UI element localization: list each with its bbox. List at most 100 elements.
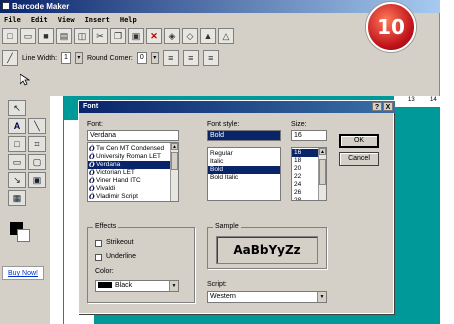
font-input[interactable]: Verdana	[87, 130, 179, 141]
scroll-up-icon[interactable]: ▲	[319, 148, 326, 155]
menu-help[interactable]: Help	[120, 14, 137, 26]
size-list[interactable]: 16 18 20 22 24 26 28 ▲	[291, 147, 327, 201]
buy-now-link[interactable]: Buy Now!	[2, 266, 44, 280]
paste-icon[interactable]: ▣	[128, 28, 144, 44]
barcode-tool-icon[interactable]: ⌗	[28, 136, 46, 152]
ruler-tick-13: 13	[408, 97, 415, 103]
help-button[interactable]: ?	[372, 102, 382, 111]
size-input[interactable]: 16	[291, 130, 327, 141]
rectangle-tool-icon[interactable]: □	[8, 136, 26, 152]
save-icon[interactable]: ■	[38, 28, 54, 44]
sample-preview: AaBbYyZz	[216, 236, 318, 264]
scroll-thumb[interactable]	[319, 159, 326, 185]
script-dropdown[interactable]: Western ▼	[207, 291, 327, 303]
style-option[interactable]: Bold Italic	[208, 174, 280, 182]
line-width-field[interactable]: 1	[61, 52, 71, 64]
database-tool-icon[interactable]: ▦	[8, 190, 26, 206]
ruler-tick-14: 14	[430, 97, 437, 103]
chevron-down-icon[interactable]: ▼	[317, 292, 326, 302]
open-icon[interactable]: ▭	[20, 28, 36, 44]
style-option[interactable]: Italic	[208, 158, 280, 166]
font-option[interactable]: Ô Viner Hand ITC	[88, 177, 178, 185]
unlock-icon[interactable]: △	[218, 28, 234, 44]
font-label: Font:	[87, 121, 103, 128]
cancel-button[interactable]: Cancel	[339, 152, 379, 166]
tool-palette: ↖ A ╲ □ ⌗ ▭ ▢ ↘ ▣ ▦	[2, 98, 46, 324]
underline-checkbox[interactable]	[95, 254, 102, 261]
sample-group: Sample AaBbYyZz	[207, 223, 327, 269]
lock-icon[interactable]: ▲	[200, 28, 216, 44]
underline-label: Underline	[106, 253, 136, 260]
round-corner-spinner[interactable]: ▾	[150, 52, 159, 64]
scroll-thumb[interactable]	[171, 152, 178, 170]
font-option[interactable]: Ô Vivaldi	[88, 185, 178, 193]
app-icon	[2, 2, 10, 10]
color-label: Color:	[95, 268, 114, 275]
font-style-input[interactable]: Bold	[207, 130, 281, 141]
style-option[interactable]: Regular	[208, 150, 280, 158]
menu-view[interactable]: View	[58, 14, 75, 26]
size-label: Size:	[291, 121, 307, 128]
font-option[interactable]: Ô Vladimir Script	[88, 193, 178, 201]
pen-tool-icon[interactable]: ↘	[8, 172, 26, 188]
horizontal-ruler: 13 14	[394, 96, 440, 108]
dialog-title: Font	[83, 103, 99, 110]
close-button[interactable]: X	[383, 102, 393, 111]
align-left-icon[interactable]: ≡	[162, 50, 179, 66]
main-toolbar: □ ▭ ■ ▤ ◫ ✂ ❐ ▣ ✕ ◈ ◇ ▲ △	[2, 28, 234, 46]
menu-file[interactable]: File	[4, 14, 21, 26]
line-style-icon[interactable]: ╱	[2, 50, 18, 66]
line-tool-icon[interactable]: ╲	[28, 118, 46, 134]
ungroup-icon[interactable]: ◇	[182, 28, 198, 44]
cut-icon[interactable]: ✂	[92, 28, 108, 44]
font-option[interactable]: Ô University Roman LET	[88, 153, 178, 161]
round-rect-tool-icon[interactable]: ▢	[28, 154, 46, 170]
size-list-scrollbar[interactable]: ▲	[318, 148, 326, 200]
format-toolbar: ╱ Line Width: 1 ▾ Round Corner: 0 ▾ ≡ ≡ …	[2, 48, 440, 68]
scroll-up-icon[interactable]: ▲	[171, 143, 178, 150]
text-tool-icon[interactable]: A	[8, 118, 26, 134]
effects-group: Effects Strikeout Underline Color: Black…	[87, 223, 195, 303]
mouse-cursor-icon	[20, 74, 30, 86]
font-list[interactable]: Ô Tw Cen MT Condensed Ô University Roman L…	[87, 142, 179, 202]
pointer-tool-icon[interactable]: ↖	[8, 100, 26, 116]
font-style-list[interactable]: Regular Italic Bold Bold Italic	[207, 147, 281, 201]
line-width-label: Line Width:	[22, 54, 58, 62]
effects-label: Effects	[93, 223, 119, 230]
preview-icon[interactable]: ◫	[74, 28, 90, 44]
font-option[interactable]: Ô Tw Cen MT Condensed	[88, 145, 178, 153]
image-tool-icon[interactable]: ▣	[28, 172, 46, 188]
color-swatch	[98, 282, 112, 289]
sample-label: Sample	[213, 223, 241, 230]
font-option-selected[interactable]: Ô Verdana	[88, 161, 178, 169]
new-icon[interactable]: □	[2, 28, 18, 44]
round-corner-label: Round Corner:	[86, 54, 133, 62]
strikeout-label: Strikeout	[106, 239, 134, 246]
strikeout-checkbox[interactable]	[95, 240, 102, 247]
align-right-icon[interactable]: ≡	[202, 50, 219, 66]
round-corner-field[interactable]: 0	[136, 52, 147, 64]
font-option[interactable]: Ô Victorian LET	[88, 169, 178, 177]
color-swatch-icon[interactable]	[10, 222, 30, 242]
delete-icon[interactable]: ✕	[146, 28, 162, 44]
print-icon[interactable]: ▤	[56, 28, 72, 44]
size-option-selected[interactable]: 16	[292, 149, 319, 157]
script-label: Script:	[207, 281, 227, 288]
ellipse-tool-icon[interactable]: ▭	[8, 154, 26, 170]
dialog-title-bar: Font ? X	[79, 101, 395, 113]
font-dialog: Font ? X Font: Verdana Ô Tw Cen MT Conden…	[78, 100, 395, 314]
style-option-selected[interactable]: Bold	[208, 166, 280, 174]
chevron-down-icon[interactable]: ▼	[169, 281, 178, 291]
copy-icon[interactable]: ❐	[110, 28, 126, 44]
vertical-ruler	[50, 96, 64, 324]
align-center-icon[interactable]: ≡	[182, 50, 199, 66]
group-icon[interactable]: ◈	[164, 28, 180, 44]
font-style-label: Font style:	[207, 121, 240, 128]
color-dropdown[interactable]: Black ▼	[95, 280, 179, 292]
menu-insert[interactable]: Insert	[85, 14, 110, 26]
font-list-scrollbar[interactable]: ▲	[170, 143, 178, 201]
line-width-spinner[interactable]: ▾	[74, 52, 83, 64]
menu-edit[interactable]: Edit	[31, 14, 48, 26]
window-title: Barcode Maker	[12, 2, 70, 11]
ok-button[interactable]: OK	[339, 134, 379, 148]
